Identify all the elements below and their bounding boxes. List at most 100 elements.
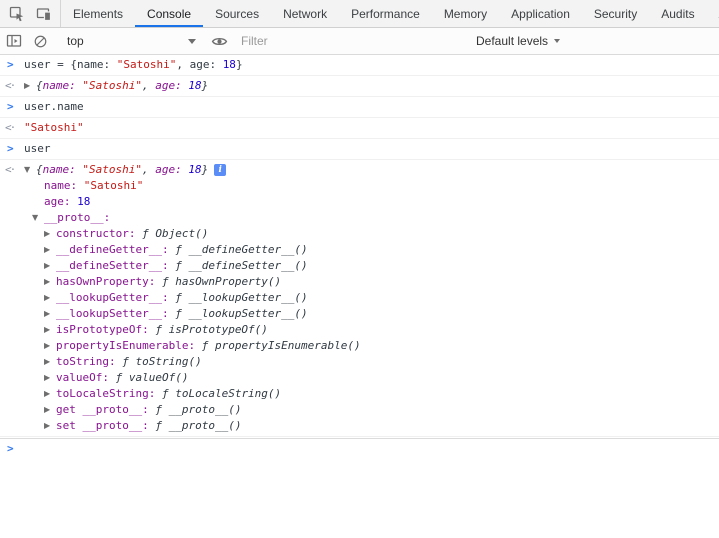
console-row: ▶__lookupSetter__: ƒ __lookupSetter__() <box>0 306 719 322</box>
tab-application[interactable]: Application <box>499 0 582 27</box>
token-prop: toLocaleString: <box>56 387 162 400</box>
token-prop: name: <box>43 163 83 176</box>
tab-security[interactable]: Security <box>582 0 649 27</box>
console-filter-input[interactable] <box>233 31 465 51</box>
token-str: "Satoshi" <box>82 79 142 92</box>
log-levels-selector[interactable]: Default levels <box>466 28 570 54</box>
tab-sources[interactable]: Sources <box>203 0 271 27</box>
tab-performance[interactable]: Performance <box>339 0 432 27</box>
tab-audits[interactable]: Audits <box>649 0 706 27</box>
console-row: ▼__proto__: <box>0 210 719 226</box>
token-str: "Satoshi" <box>82 163 142 176</box>
token-prop: age: <box>155 163 188 176</box>
triangle-collapsed-icon[interactable]: ▶ <box>44 274 56 290</box>
token-prop: age: <box>44 195 77 208</box>
chevron-down-icon <box>554 39 560 43</box>
token-fn: ƒ __proto__() <box>155 419 241 432</box>
console-text: set __proto__: ƒ __proto__() <box>56 418 241 434</box>
token-fn: ƒ __defineSetter__() <box>175 259 307 272</box>
token-num: 18 <box>188 79 201 92</box>
console-message: <·▼{name: "Satoshi", age: 18}iname: "Sat… <box>0 160 719 437</box>
console-text: __lookupSetter__: ƒ __lookupSetter__() <box>56 306 308 322</box>
toggle-device-toolbar-button[interactable] <box>30 0 57 27</box>
triangle-collapsed-icon[interactable]: ▶ <box>44 242 56 258</box>
console-row: <·▶{name: "Satoshi", age: 18} <box>0 78 719 94</box>
triangle-expanded-icon[interactable]: ▼ <box>24 162 36 178</box>
token-plain: { <box>36 163 43 176</box>
console-text: get __proto__: ƒ __proto__() <box>56 402 241 418</box>
token-num: 18 <box>223 58 236 71</box>
eval-result-icon: <· <box>0 78 24 94</box>
eval-result-icon: <· <box>0 120 24 136</box>
triangle-collapsed-icon[interactable]: ▶ <box>44 338 56 354</box>
console-text: name: "Satoshi" <box>44 178 143 194</box>
execution-context-selector[interactable]: top <box>55 28 205 54</box>
console-sidebar-icon <box>6 33 22 49</box>
token-prop: __lookupSetter__: <box>56 307 175 320</box>
tab-elements[interactable]: Elements <box>61 0 135 27</box>
console-text: __defineGetter__: ƒ __defineGetter__() <box>56 242 308 258</box>
triangle-collapsed-icon[interactable]: ▶ <box>44 290 56 306</box>
triangle-collapsed-icon[interactable]: ▶ <box>44 226 56 242</box>
console-sidebar-button[interactable] <box>0 28 27 54</box>
tab-network[interactable]: Network <box>271 0 339 27</box>
token-fn: ƒ hasOwnProperty() <box>162 275 281 288</box>
console-row: >user.name <box>0 99 719 115</box>
console-row: ▶constructor: ƒ Object() <box>0 226 719 242</box>
token-str: "Satoshi" <box>24 121 84 134</box>
triangle-collapsed-icon[interactable]: ▶ <box>44 386 56 402</box>
token-plain: , <box>142 79 155 92</box>
tab-a[interactable]: A <box>707 0 719 27</box>
triangle-collapsed-icon[interactable]: ▶ <box>44 258 56 274</box>
tab-console[interactable]: Console <box>135 0 203 27</box>
token-str: "Satoshi" <box>84 179 144 192</box>
console-text: age: 18 <box>44 194 90 210</box>
console-row: ▶get __proto__: ƒ __proto__() <box>0 402 719 418</box>
token-plain: } <box>202 163 209 176</box>
console-toolbar: top Default levels <box>0 28 719 55</box>
token-fn: ƒ isPrototypeOf() <box>155 323 268 336</box>
command-prompt-icon: > <box>0 57 24 73</box>
triangle-collapsed-icon[interactable]: ▶ <box>44 354 56 370</box>
triangle-expanded-icon[interactable]: ▼ <box>32 210 44 226</box>
panel-tabs: ElementsConsoleSourcesNetworkPerformance… <box>61 0 719 27</box>
triangle-collapsed-icon[interactable]: ▶ <box>44 418 56 434</box>
console-text: user = {name: "Satoshi", age: 18} <box>24 57 243 73</box>
console-row: ▶isPrototypeOf: ƒ isPrototypeOf() <box>0 322 719 338</box>
triangle-collapsed-icon[interactable]: ▶ <box>44 402 56 418</box>
device-toolbar-icon <box>36 6 52 22</box>
command-prompt-icon: > <box>0 141 24 157</box>
triangle-collapsed-icon[interactable]: ▶ <box>44 306 56 322</box>
tabbar-left-icons <box>0 0 60 27</box>
console-message: >user <box>0 139 719 160</box>
inspect-element-button[interactable] <box>3 0 30 27</box>
object-info-icon[interactable]: i <box>214 164 226 176</box>
token-prop: toString: <box>56 355 122 368</box>
devtools-tabbar: ElementsConsoleSourcesNetworkPerformance… <box>0 0 719 28</box>
console-text: constructor: ƒ Object() <box>56 226 208 242</box>
console-text: isPrototypeOf: ƒ isPrototypeOf() <box>56 322 268 338</box>
console-message: <·▶{name: "Satoshi", age: 18} <box>0 76 719 97</box>
triangle-collapsed-icon[interactable]: ▶ <box>44 370 56 386</box>
console-row: ▶set __proto__: ƒ __proto__() <box>0 418 719 434</box>
console-panel: >user = {name: "Satoshi", age: 18}<·▶{na… <box>0 55 719 538</box>
console-message: >user = {name: "Satoshi", age: 18} <box>0 55 719 76</box>
clear-console-icon <box>33 34 48 49</box>
clear-console-button[interactable] <box>27 28 54 54</box>
triangle-collapsed-icon[interactable]: ▶ <box>44 322 56 338</box>
token-prop: name: <box>43 79 83 92</box>
triangle-collapsed-icon[interactable]: ▶ <box>24 78 36 94</box>
token-plain: user = {name: <box>24 58 117 71</box>
console-prompt-row[interactable]: > <box>0 438 719 458</box>
token-plain: , <box>142 163 155 176</box>
token-fn: ƒ Object() <box>142 227 208 240</box>
console-text: propertyIsEnumerable: ƒ propertyIsEnumer… <box>56 338 361 354</box>
console-text: hasOwnProperty: ƒ hasOwnProperty() <box>56 274 281 290</box>
tab-memory[interactable]: Memory <box>432 0 499 27</box>
console-text: {name: "Satoshi", age: 18} <box>36 78 208 94</box>
live-expression-button[interactable] <box>206 28 233 54</box>
log-levels-label: Default levels <box>476 34 548 48</box>
token-prop: constructor: <box>56 227 142 240</box>
token-fn: ƒ propertyIsEnumerable() <box>202 339 361 352</box>
console-row: ▶valueOf: ƒ valueOf() <box>0 370 719 386</box>
